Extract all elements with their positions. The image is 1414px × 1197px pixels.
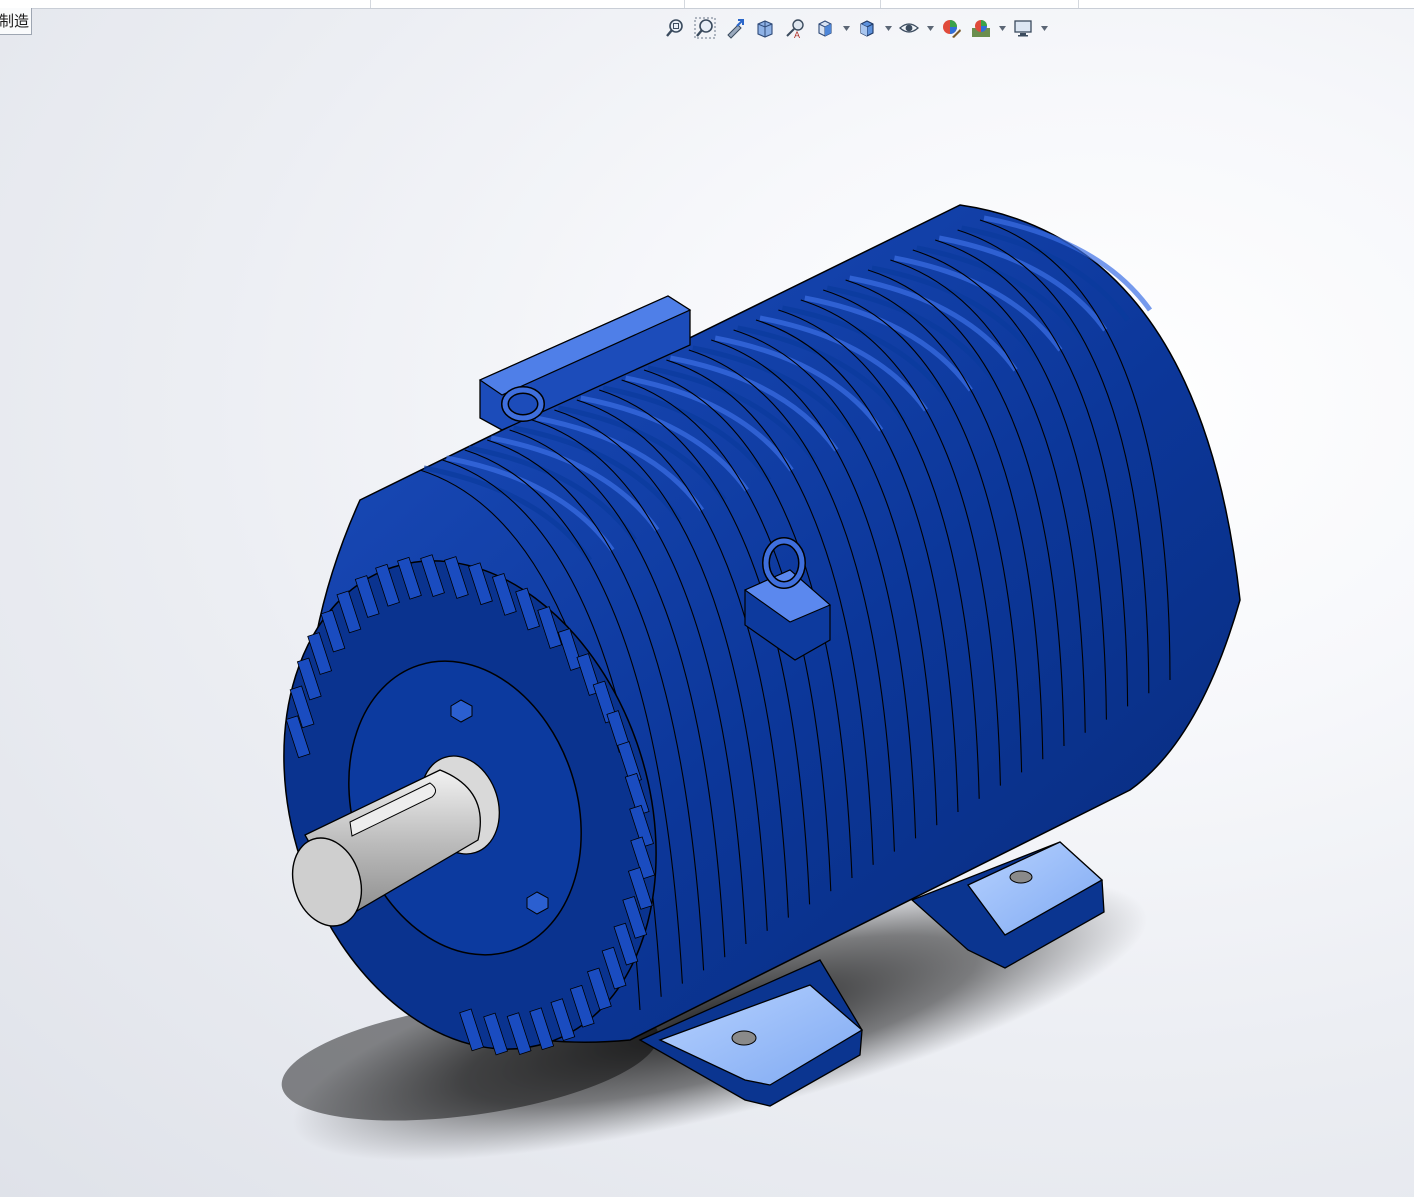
- previous-view-icon[interactable]: [720, 15, 750, 41]
- section-view-icon[interactable]: [750, 15, 780, 41]
- svg-text:A: A: [794, 30, 800, 39]
- edit-appearance-icon[interactable]: [936, 15, 966, 41]
- zoom-to-area-icon[interactable]: [690, 15, 720, 41]
- view-orientation-dropdown-icon[interactable]: [840, 15, 852, 41]
- window-top-strip: [0, 0, 1414, 9]
- document-tab-label: 制造: [0, 12, 30, 30]
- document-tab[interactable]: 制造: [0, 8, 32, 35]
- display-style-icon[interactable]: [852, 15, 882, 41]
- dynamic-annotation-views-icon[interactable]: A: [780, 15, 810, 41]
- hide-show-items-dropdown-icon[interactable]: [924, 15, 936, 41]
- view-orientation-icon[interactable]: [810, 15, 840, 41]
- zoom-to-fit-icon[interactable]: [660, 15, 690, 41]
- apply-scene-dropdown-icon[interactable]: [996, 15, 1008, 41]
- hide-show-items-icon[interactable]: [894, 15, 924, 41]
- heads-up-view-toolbar: A: [660, 14, 1050, 42]
- display-style-dropdown-icon[interactable]: [882, 15, 894, 41]
- apply-scene-icon[interactable]: [966, 15, 996, 41]
- graphics-area[interactable]: [0, 40, 1414, 1197]
- view-settings-icon[interactable]: [1008, 15, 1038, 41]
- view-settings-dropdown-icon[interactable]: [1038, 15, 1050, 41]
